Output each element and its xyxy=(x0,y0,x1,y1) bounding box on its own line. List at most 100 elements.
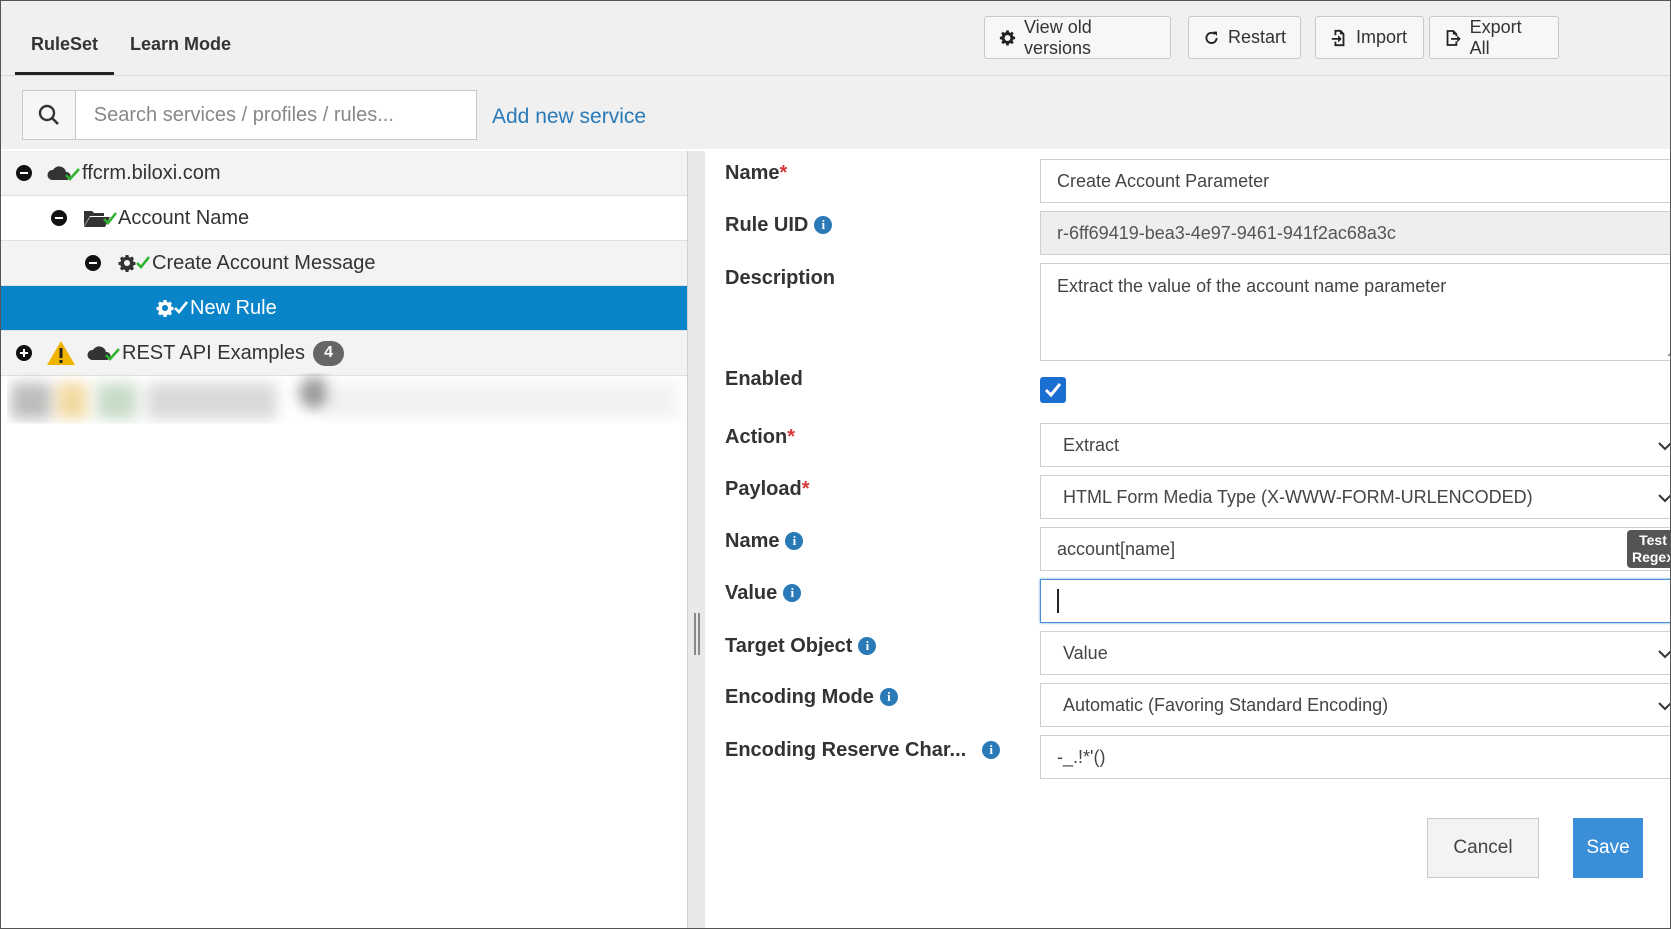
name-label: Name* xyxy=(725,162,787,185)
tab-bar: RuleSet Learn Mode xyxy=(15,1,247,75)
chevron-down-icon xyxy=(1658,442,1670,451)
divider xyxy=(1,75,1670,76)
rule-form: Name* Create Account Parameter Rule UID i… xyxy=(705,151,1671,928)
add-new-service-link[interactable]: Add new service xyxy=(492,105,646,129)
info-icon[interactable]: i xyxy=(783,584,802,602)
encoding-mode-label-text: Encoding Mode xyxy=(725,686,874,708)
info-icon[interactable]: i xyxy=(785,532,804,550)
save-button[interactable]: Save xyxy=(1573,818,1643,878)
app-window: RuleSet Learn Mode View old versions Res… xyxy=(0,0,1671,929)
cloud-check-icon xyxy=(87,346,120,361)
info-icon[interactable]: i xyxy=(858,637,877,655)
test-regex-button[interactable]: Test Regex xyxy=(1627,530,1671,568)
resize-handle-icon[interactable] xyxy=(1666,347,1671,357)
panel-splitter[interactable] xyxy=(687,151,707,928)
description-text: Extract the value of the account name pa… xyxy=(1057,276,1447,296)
folder-open-check-icon xyxy=(84,211,118,227)
required-mark: * xyxy=(779,162,788,184)
rule-uid-label-text: Rule UID xyxy=(725,214,809,236)
value-label: Value i xyxy=(725,582,802,605)
value-label-text: Value xyxy=(725,582,778,604)
chevron-down-icon xyxy=(1658,702,1670,711)
tree-node-label: Create Account Message xyxy=(152,251,376,274)
service-tree: ffcrm.biloxi.com Account Name Create Acc… xyxy=(1,151,688,376)
expand-icon[interactable] xyxy=(16,345,32,361)
tree-node-label: New Rule xyxy=(190,296,277,319)
import-label: Import xyxy=(1356,27,1408,47)
collapse-icon[interactable] xyxy=(85,255,101,271)
text-caret xyxy=(1057,589,1059,613)
encoding-mode-label: Encoding Mode i xyxy=(725,686,898,709)
chevron-down-icon xyxy=(1658,650,1670,659)
tree-node-service[interactable]: REST API Examples 4 xyxy=(1,331,688,376)
tree-node-message[interactable]: Create Account Message xyxy=(1,241,688,286)
info-icon[interactable]: i xyxy=(814,216,833,234)
rule-uid-label: Rule UID i xyxy=(725,214,833,237)
file-export-icon xyxy=(1446,29,1461,46)
export-all-button[interactable]: Export All xyxy=(1429,16,1559,59)
cloud-check-icon xyxy=(47,166,80,181)
gear-check-icon xyxy=(156,300,189,317)
search-input[interactable] xyxy=(75,91,476,139)
target-object-select[interactable]: Value xyxy=(1040,631,1670,675)
warning-icon xyxy=(47,341,75,365)
payload-select-value: HTML Form Media Type (X-WWW-FORM-URLENCO… xyxy=(1063,486,1533,507)
top-bar: RuleSet Learn Mode View old versions Res… xyxy=(1,1,1670,149)
param-name-label: Name i xyxy=(725,530,804,553)
count-badge: 4 xyxy=(313,340,345,366)
tree-node-label: ffcrm.biloxi.com xyxy=(82,161,221,184)
encoding-reserve-label: Encoding Reserve Char... i xyxy=(725,739,1001,762)
file-import-icon xyxy=(1331,29,1345,46)
tree-node-profile[interactable]: Account Name xyxy=(1,196,688,241)
collapse-icon[interactable] xyxy=(16,165,32,181)
tree-node-label: Account Name xyxy=(118,206,250,229)
param-name-value: account[name] xyxy=(1057,538,1176,559)
restart-label: Restart xyxy=(1227,27,1286,47)
description-label: Description xyxy=(725,267,836,289)
gear-icon xyxy=(999,29,1016,45)
payload-select[interactable]: HTML Form Media Type (X-WWW-FORM-URLENCO… xyxy=(1040,475,1670,519)
export-all-label: Export All xyxy=(1469,16,1522,58)
tab-learn-mode[interactable]: Learn Mode xyxy=(114,1,247,75)
tree-node-label: REST API Examples xyxy=(122,341,306,364)
test-regex-line2: Regex xyxy=(1631,549,1671,565)
restart-button[interactable]: Restart xyxy=(1188,16,1301,59)
tree-node-rule-selected[interactable]: New Rule xyxy=(1,286,688,331)
search-icon[interactable] xyxy=(23,91,76,139)
encoding-reserve-field[interactable]: -_.!*'() xyxy=(1040,735,1670,779)
checkmark-icon xyxy=(1044,383,1062,398)
collapse-icon[interactable] xyxy=(51,210,67,226)
name-label-text: Name xyxy=(725,162,780,184)
search-box xyxy=(22,90,477,140)
enabled-label: Enabled xyxy=(725,368,803,390)
cancel-button[interactable]: Cancel xyxy=(1427,818,1539,878)
enabled-checkbox[interactable] xyxy=(1040,377,1066,403)
tree-node-service[interactable]: ffcrm.biloxi.com xyxy=(1,151,688,196)
param-name-field[interactable]: account[name] Test Regex xyxy=(1040,527,1671,571)
value-input[interactable] xyxy=(1040,579,1670,623)
splitter-grip-icon[interactable] xyxy=(694,613,700,655)
action-select[interactable]: Extract xyxy=(1040,423,1670,467)
import-button[interactable]: Import xyxy=(1315,16,1424,59)
action-label: Action* xyxy=(725,426,795,449)
test-regex-line1: Test xyxy=(1639,532,1667,548)
tab-ruleset[interactable]: RuleSet xyxy=(15,1,115,75)
info-icon[interactable]: i xyxy=(879,688,898,706)
chevron-down-icon xyxy=(1658,494,1670,503)
gear-check-icon xyxy=(118,255,151,272)
target-object-label: Target Object i xyxy=(725,635,877,658)
info-icon[interactable]: i xyxy=(982,741,1001,759)
encoding-reserve-label-text: Encoding Reserve Char... xyxy=(725,739,967,761)
required-mark: * xyxy=(801,478,810,500)
encoding-mode-value: Automatic (Favoring Standard Encoding) xyxy=(1063,694,1389,715)
encoding-mode-select[interactable]: Automatic (Favoring Standard Encoding) xyxy=(1040,683,1670,727)
description-textarea[interactable]: Extract the value of the account name pa… xyxy=(1040,263,1671,361)
view-old-versions-button[interactable]: View old versions xyxy=(984,16,1171,59)
param-name-label-text: Name xyxy=(725,530,780,552)
view-old-versions-label: View old versions xyxy=(1024,16,1092,58)
refresh-icon xyxy=(1205,31,1218,44)
name-field[interactable]: Create Account Parameter xyxy=(1040,159,1670,203)
action-label-text: Action xyxy=(725,426,788,448)
target-object-value: Value xyxy=(1063,642,1108,663)
required-mark: * xyxy=(787,426,796,448)
